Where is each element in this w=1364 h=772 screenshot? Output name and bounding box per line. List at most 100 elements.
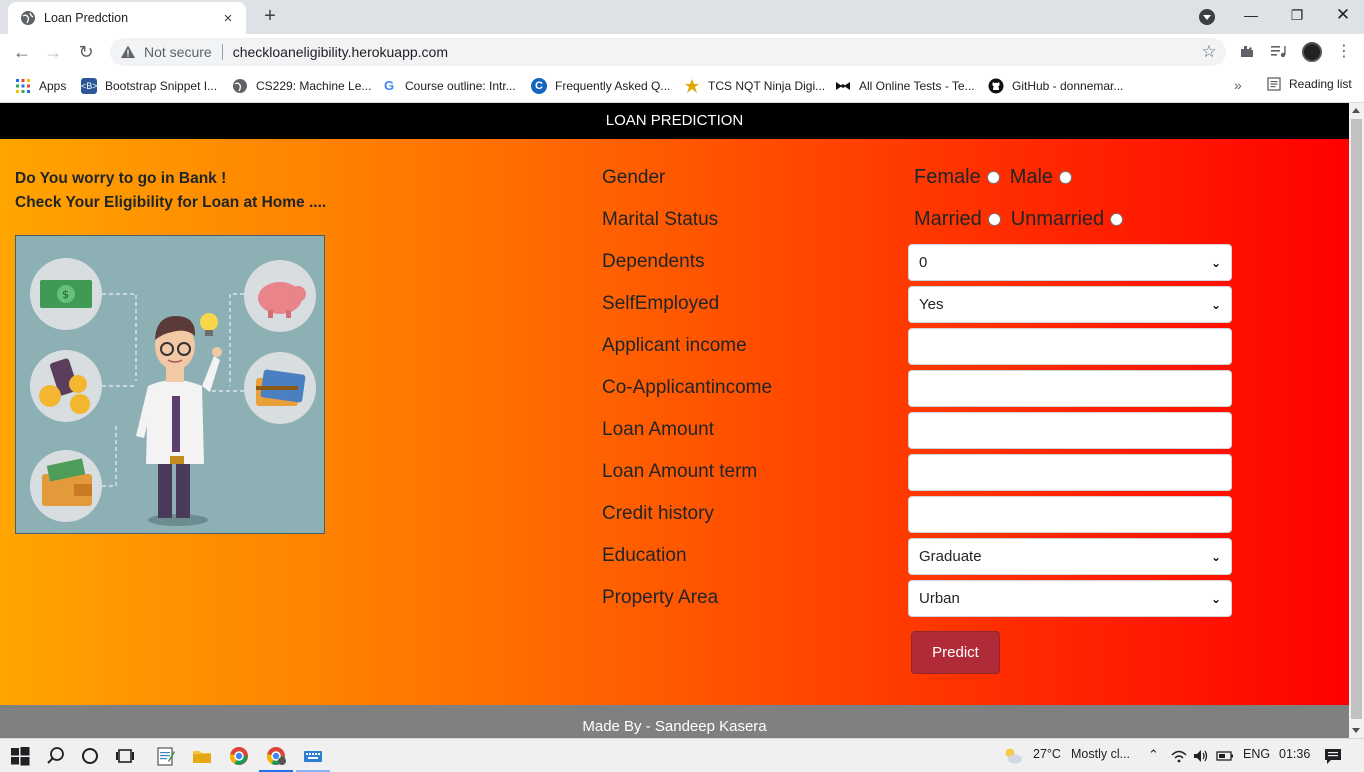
loan-term-input[interactable] (908, 454, 1232, 491)
self-employed-select[interactable]: Yes ⌄ (908, 286, 1232, 323)
new-tab-button[interactable]: + (260, 6, 280, 26)
page-viewport: LOAN PREDICTION Do You worry to go in Ba… (0, 103, 1349, 738)
windows-start-icon[interactable] (9, 745, 31, 767)
bookmark-apps[interactable]: Apps (15, 77, 66, 95)
search-icon[interactable] (45, 745, 67, 767)
chevron-down-icon: ⌄ (1210, 591, 1221, 606)
bookmark-label: Apps (39, 79, 67, 93)
scroll-down-icon[interactable] (1352, 728, 1360, 733)
bookmark-cs229[interactable]: CS229: Machine Le... (232, 77, 371, 95)
chrome-icon[interactable] (228, 745, 250, 767)
bookmark-label: Frequently Asked Q... (555, 79, 671, 93)
unmarried-option-label: Unmarried (1010, 208, 1105, 230)
weather-temperature[interactable]: 27°C (1033, 747, 1061, 761)
battery-icon[interactable] (1216, 745, 1234, 767)
page-navbar-title: LOAN PREDICTION (0, 103, 1349, 139)
bowtie-icon (836, 82, 850, 90)
address-bar[interactable]: Not secure checkloaneligibility.herokuap… (110, 38, 1226, 66)
property-area-select[interactable]: Urban ⌄ (908, 580, 1232, 617)
coapplicant-income-input[interactable] (908, 370, 1232, 407)
globe-icon (233, 79, 247, 93)
property-area-label: Property Area (602, 587, 719, 608)
cortana-icon[interactable] (79, 745, 101, 767)
tcs-icon (685, 79, 699, 93)
tab-strip: Loan Predction × + — ❐ ✕ (0, 0, 1364, 34)
chevron-down-icon: ⌄ (1210, 297, 1221, 312)
bookmark-bootstrap[interactable]: <B> Bootstrap Snippet I... (81, 77, 217, 95)
bookmark-online-tests[interactable]: All Online Tests - Te... (835, 77, 975, 95)
url-text[interactable]: checkloaneligibility.herokuapp.com (233, 44, 1200, 60)
bookmark-label: TCS NQT Ninja Digi... (708, 79, 826, 93)
male-radio[interactable] (1059, 171, 1073, 184)
more-bookmarks-icon[interactable]: » (1234, 77, 1242, 93)
svg-text:$: $ (62, 288, 69, 301)
chrome-active-icon[interactable] (265, 745, 287, 767)
notification-icon[interactable] (1322, 745, 1344, 767)
language-indicator[interactable]: ENG (1243, 747, 1270, 761)
restore-icon[interactable]: ❐ (1284, 4, 1310, 26)
bookmark-star-icon[interactable]: ☆ (1200, 43, 1218, 61)
bookmark-label: GitHub - donnemar... (1012, 79, 1124, 93)
apps-grid-icon (16, 79, 30, 93)
female-option-label: Female (914, 166, 981, 188)
reading-list-button[interactable]: Reading list (1267, 77, 1352, 91)
wifi-icon[interactable] (1170, 745, 1188, 767)
loan-term-label: Loan Amount term (602, 461, 758, 482)
browser-toolbar: ← → ↻ Not secure checkloaneligibility.he… (0, 34, 1364, 70)
dependents-select[interactable]: 0 ⌄ (908, 244, 1232, 281)
reload-icon[interactable]: ↻ (76, 42, 96, 62)
dependents-label: Dependents (602, 251, 705, 272)
browser-tab[interactable]: Loan Predction × (8, 2, 246, 34)
page-scrollbar[interactable] (1349, 103, 1364, 738)
chevron-up-icon[interactable]: ⌃ (1148, 747, 1159, 763)
media-control-icon[interactable] (1270, 43, 1288, 61)
self-employed-value: Yes (919, 296, 944, 313)
globe-icon (21, 11, 35, 25)
female-radio[interactable] (986, 171, 1000, 184)
scrollbar-thumb[interactable] (1351, 119, 1362, 719)
warning-icon[interactable] (120, 44, 136, 60)
education-value: Graduate (919, 548, 982, 565)
volume-icon[interactable] (1192, 745, 1210, 767)
page-footer: Made By - Sandeep Kasera (0, 705, 1349, 738)
forward-icon[interactable]: → (43, 42, 63, 62)
bookmark-label: Bootstrap Snippet I... (105, 79, 218, 93)
unmarried-radio[interactable] (1110, 213, 1124, 226)
bookmark-course-outline[interactable]: G Course outline: Intr... (381, 77, 516, 95)
credit-history-input[interactable] (908, 496, 1232, 533)
tab-close-icon[interactable]: × (220, 10, 236, 27)
bookmark-faq[interactable]: C Frequently Asked Q... (531, 77, 670, 95)
weather-description[interactable]: Mostly cl... (1071, 747, 1130, 761)
education-select[interactable]: Graduate ⌄ (908, 538, 1232, 575)
predict-button[interactable]: Predict (911, 631, 1000, 674)
file-explorer-icon[interactable] (191, 745, 213, 767)
bookmark-github[interactable]: GitHub - donnemar... (988, 77, 1123, 95)
notepad-icon[interactable] (154, 745, 176, 767)
tab-search-icon[interactable] (1199, 9, 1215, 25)
minimize-icon[interactable]: — (1238, 4, 1264, 26)
businessman-illustration: $ (15, 235, 325, 534)
reading-list-label: Reading list (1289, 77, 1352, 91)
scroll-up-icon[interactable] (1352, 108, 1360, 113)
profile-avatar[interactable] (1302, 42, 1322, 62)
applicant-income-input[interactable] (908, 328, 1232, 365)
back-icon[interactable]: ← (12, 42, 32, 62)
security-label[interactable]: Not secure (144, 44, 212, 60)
clock-time[interactable]: 01:36 (1279, 747, 1310, 761)
hero-section: Do You worry to go in Bank ! Check Your … (0, 139, 1349, 705)
menu-dots-icon[interactable]: ⋮ (1336, 41, 1352, 63)
bootstrap-icon: <B> (81, 78, 98, 94)
extensions-icon[interactable] (1238, 43, 1256, 61)
married-radio[interactable] (987, 213, 1001, 226)
coapplicant-income-label: Co-Applicantincome (602, 377, 773, 398)
bookmark-tcs[interactable]: TCS NQT Ninja Digi... (684, 77, 825, 95)
tagline-line-2: Check Your Eligibility for Loan at Home … (15, 194, 327, 211)
weather-cloud-sun-icon[interactable] (1002, 745, 1024, 767)
property-area-value: Urban (919, 590, 960, 607)
task-view-icon[interactable] (114, 745, 136, 767)
chevron-down-icon: ⌄ (1210, 549, 1221, 564)
close-window-icon[interactable]: ✕ (1330, 4, 1356, 26)
keyboard-app-icon[interactable] (302, 745, 324, 767)
marital-status-label: Marital Status (602, 209, 719, 230)
loan-amount-input[interactable] (908, 412, 1232, 449)
